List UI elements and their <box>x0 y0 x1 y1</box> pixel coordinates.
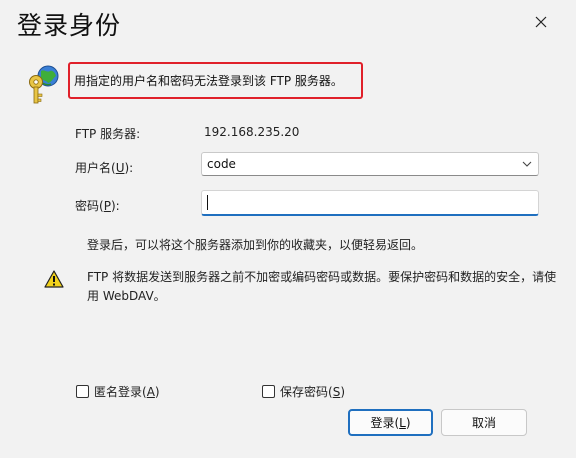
username-combobox[interactable]: code <box>201 152 539 176</box>
checkbox-square[interactable] <box>262 385 275 398</box>
warning-text-line1: FTP 将数据发送到服务器之前不加密或编码密码或数据。要保护密码和数据的安全，请… <box>87 270 557 284</box>
globe-key-icon <box>29 65 59 104</box>
login-dialog: 登录身份 用指定的用户名和密码无法登录到该 FTP 服务器。 FTP 服务器: … <box>0 0 576 458</box>
warning-text-line2: 用 WebDAV。 <box>87 289 166 303</box>
password-field[interactable] <box>201 190 539 216</box>
text-caret <box>207 195 208 210</box>
password-label: 密码(P): <box>75 199 120 213</box>
close-icon <box>535 16 547 28</box>
save-password-checkbox[interactable]: 保存密码(S) <box>262 383 345 400</box>
favorites-info-text: 登录后，可以将这个服务器添加到你的收藏夹，以便轻易返回。 <box>87 238 424 252</box>
username-value: code <box>207 157 236 171</box>
close-button[interactable] <box>528 11 554 33</box>
cancel-button[interactable]: 取消 <box>441 409 527 436</box>
warning-icon <box>44 270 64 288</box>
title-bar: 登录身份 <box>0 0 576 44</box>
anonymous-login-label: 匿名登录(A) <box>94 385 160 399</box>
server-label: FTP 服务器: <box>75 127 141 141</box>
server-value: 192.168.235.20 <box>204 125 300 139</box>
chevron-down-icon <box>522 161 532 167</box>
window-title: 登录身份 <box>17 11 122 40</box>
save-password-label: 保存密码(S) <box>280 385 345 399</box>
checkbox-square[interactable] <box>76 385 89 398</box>
username-label: 用户名(U): <box>75 161 134 175</box>
error-message: 用指定的用户名和密码无法登录到该 FTP 服务器。 <box>74 74 343 88</box>
login-button[interactable]: 登录(L) <box>348 409 433 436</box>
anonymous-login-checkbox[interactable]: 匿名登录(A) <box>76 383 160 400</box>
